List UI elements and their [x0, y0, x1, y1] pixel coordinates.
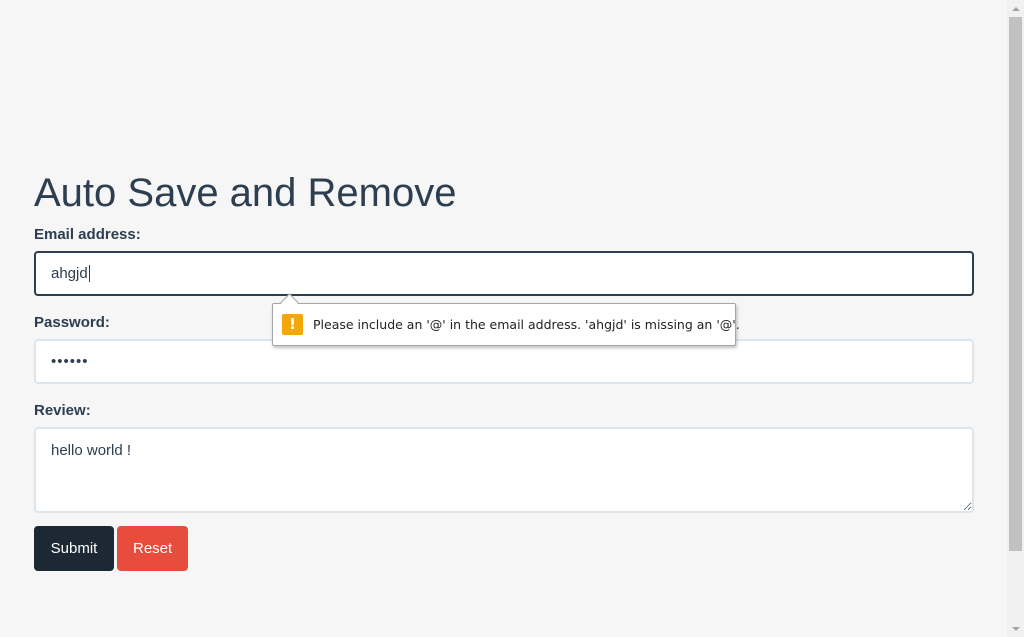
- password-value: ••••••: [51, 353, 89, 370]
- form-container: Auto Save and Remove Email address: ahgj…: [34, 168, 974, 571]
- button-row: Submit Reset: [34, 526, 974, 571]
- validation-message: Please include an '@' in the email addre…: [313, 317, 740, 332]
- email-label: Email address:: [34, 226, 141, 243]
- review-textarea[interactable]: hello world !: [34, 427, 974, 513]
- scroll-up-arrow-icon[interactable]: [1007, 0, 1024, 17]
- review-label: Review:: [34, 402, 91, 419]
- submit-button[interactable]: Submit: [34, 526, 114, 571]
- scroll-thumb[interactable]: [1009, 17, 1022, 551]
- reset-button[interactable]: Reset: [117, 526, 188, 571]
- scroll-down-arrow-icon[interactable]: [1007, 620, 1024, 637]
- vertical-scrollbar[interactable]: [1007, 0, 1024, 637]
- text-caret: [88, 265, 90, 282]
- email-value: ahgjd: [51, 265, 88, 282]
- warning-icon: !: [282, 314, 303, 335]
- page: Auto Save and Remove Email address: ahgj…: [0, 0, 1024, 637]
- validation-tooltip: ! Please include an '@' in the email add…: [272, 303, 740, 346]
- page-title: Auto Save and Remove: [34, 171, 457, 215]
- email-field[interactable]: ahgjd: [34, 251, 974, 296]
